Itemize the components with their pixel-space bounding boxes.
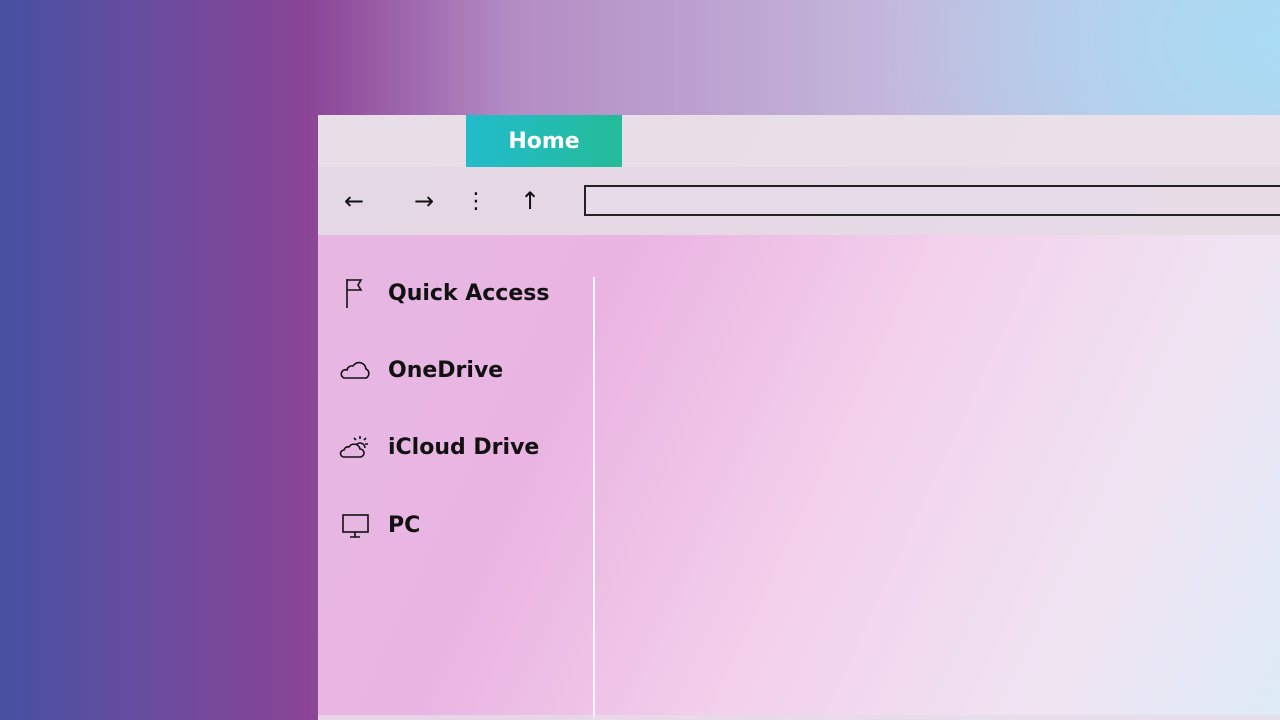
sidebar-item-icloud-drive[interactable]: iCloud Drive: [338, 427, 539, 467]
sidebar-item-label: iCloud Drive: [388, 434, 540, 460]
vertical-ellipsis-icon: ⋮: [465, 188, 487, 214]
sidebar-item-label: Quick Access: [388, 280, 550, 306]
monitor-icon: [342, 514, 369, 538]
status-bar: [318, 715, 1280, 720]
cloud-icon: [340, 361, 370, 379]
sidebar-item-label: PC: [388, 512, 421, 538]
arrow-left-icon: ←: [343, 187, 365, 215]
tab-home[interactable]: Home: [466, 115, 622, 167]
sidebar: Quick Access OneDrive iCloud Drive PC: [318, 235, 594, 720]
back-button[interactable]: ←: [336, 183, 372, 219]
tab-bar: Home: [318, 115, 1280, 167]
sidebar-item-onedrive[interactable]: OneDrive: [338, 350, 503, 390]
more-button[interactable]: ⋮: [458, 183, 494, 219]
up-button[interactable]: ↑: [512, 183, 548, 219]
content-pane: [595, 235, 1280, 720]
toolbar: ← → ⋮ ↑: [318, 167, 1280, 235]
arrow-right-icon: →: [413, 187, 435, 215]
cloud-sun-icon: [339, 436, 368, 458]
sidebar-item-quick-access[interactable]: Quick Access: [338, 273, 549, 313]
file-explorer-window: Home ← → ⋮ ↑ Quick Access OneDrive iClou…: [318, 115, 1280, 720]
sidebar-item-label: OneDrive: [388, 357, 504, 383]
arrow-up-icon: ↑: [519, 187, 541, 215]
forward-button[interactable]: →: [406, 183, 442, 219]
sidebar-item-pc[interactable]: PC: [338, 505, 420, 545]
flag-icon: [346, 279, 363, 308]
address-bar[interactable]: [584, 185, 1280, 216]
